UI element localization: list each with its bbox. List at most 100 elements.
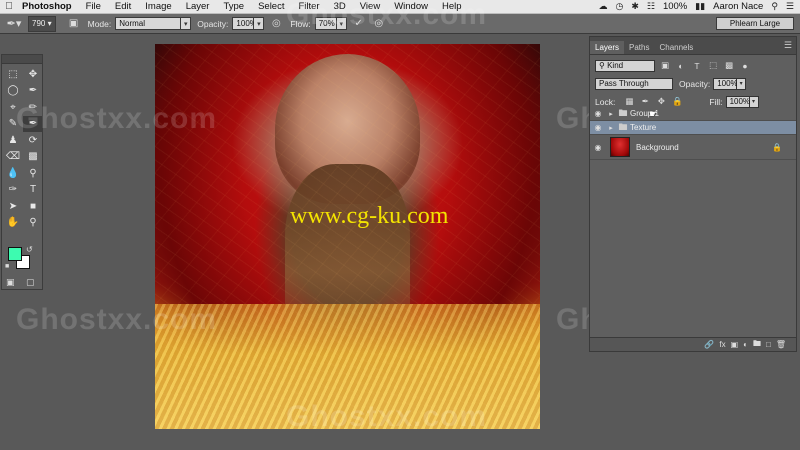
- blend-mode-row: Pass Through Opacity: 100% ▾: [590, 76, 796, 91]
- quick-selection-tool-icon[interactable]: ✒: [23, 83, 43, 100]
- workspace-select[interactable]: Phlearn Large: [716, 17, 794, 30]
- expand-arrow-icon[interactable]: ▸: [606, 124, 616, 132]
- layer-row-background[interactable]: ◉ Background 🔒: [590, 135, 796, 160]
- color-swatches: ■ ↺: [5, 245, 38, 275]
- layer-filter-row: ⚲ Kind ▣ ◐ T ⬚ ▩ ●: [590, 58, 796, 73]
- eraser-tool-icon[interactable]: ⌫: [3, 149, 23, 166]
- spotlight-search-icon[interactable]: ⚲: [771, 1, 778, 12]
- tools-panel: ⬚ ✥ ◯ ✒ ⌖ ✏ ✎ ✒ ♟ ⟳ ⌫ ▩ 💧 ⚲ ✑ T ➤ ■ ✋ ⚲ …: [1, 54, 43, 290]
- layers-panel: Layers Paths Channels ☰ ⚲ Kind ▣ ◐ T ⬚ ▩…: [589, 36, 797, 352]
- filter-toggle-icon[interactable]: ●: [739, 60, 751, 72]
- brush-panel-toggle-icon[interactable]: ▣: [66, 16, 82, 32]
- default-colors-icon[interactable]: ■: [5, 263, 9, 270]
- menu-layer[interactable]: Layer: [179, 1, 217, 12]
- menu-image[interactable]: Image: [138, 1, 178, 12]
- lock-all-icon[interactable]: 🔒: [671, 96, 683, 108]
- layers-panel-footer: 🔗 fx ▣ ◐ 🖿 □ 🗑: [590, 337, 796, 351]
- add-mask-icon[interactable]: ▣: [731, 340, 739, 349]
- photoshop-window:  Photoshop File Edit Image Layer Type S…: [0, 0, 800, 450]
- filter-smart-object-icon[interactable]: ▩: [723, 60, 735, 72]
- layers-list: ◉ ▸ 🖿 Group 1 ☛ ◉ ▸ 🖿 Texture ◉ Backgrou…: [590, 107, 796, 160]
- marquee-tool-icon[interactable]: ⬚: [3, 66, 23, 83]
- mouse-pointer-icon: ☛: [649, 109, 658, 120]
- tab-channels[interactable]: Channels: [654, 41, 698, 54]
- tab-paths[interactable]: Paths: [624, 41, 654, 54]
- tab-layers[interactable]: Layers: [590, 41, 625, 54]
- filter-adjustment-icon[interactable]: ◐: [675, 60, 687, 72]
- new-group-icon[interactable]: 🖿: [753, 338, 761, 352]
- new-layer-icon[interactable]: □: [766, 340, 771, 349]
- tool-grid: ⬚ ✥ ◯ ✒ ⌖ ✏ ✎ ✒ ♟ ⟳ ⌫ ▩ 💧 ⚲ ✑ T ➤ ■ ✋ ⚲: [2, 64, 43, 232]
- brush-size-value: 790: [32, 19, 46, 28]
- mode-select[interactable]: Normal: [115, 17, 182, 30]
- creative-cloud-icon[interactable]: ☁: [598, 1, 607, 12]
- lasso-tool-icon[interactable]: ◯: [3, 83, 23, 100]
- menu-type[interactable]: Type: [216, 1, 251, 12]
- menu-file[interactable]: File: [79, 1, 108, 12]
- lock-label: Lock:: [595, 96, 616, 107]
- quick-mask-icon[interactable]: ▣: [6, 277, 15, 288]
- watermark-ghost-4: Ghostxx.com: [286, 400, 488, 433]
- layer-lock-icon: 🔒: [772, 142, 782, 152]
- zoom-tool-icon[interactable]: ⚲: [23, 215, 43, 232]
- user-name[interactable]: Aaron Nace: [713, 1, 763, 12]
- adjustment-layer-icon[interactable]: ◐: [743, 340, 748, 349]
- layer-style-fx-icon[interactable]: fx: [719, 340, 725, 349]
- brush-tool-preset-icon[interactable]: ✒▾: [0, 15, 28, 33]
- layers-panel-tabs: Layers Paths Channels ☰: [590, 37, 796, 55]
- hand-tool-icon[interactable]: ✋: [3, 215, 23, 232]
- lock-position-icon[interactable]: ✥: [655, 96, 667, 108]
- expand-arrow-icon[interactable]: ▸: [606, 110, 616, 118]
- fill-label: Fill:: [709, 96, 723, 107]
- folder-icon: 🖿: [618, 121, 628, 132]
- filter-pixel-icon[interactable]: ▣: [659, 60, 671, 72]
- visibility-eye-icon[interactable]: ◉: [590, 109, 606, 118]
- layer-row-texture[interactable]: ◉ ▸ 🖿 Texture: [590, 121, 796, 135]
- opacity-label: Opacity:: [197, 18, 229, 29]
- panel-menu-icon[interactable]: ☰: [784, 40, 792, 51]
- bluetooth-icon[interactable]: ✱: [631, 1, 639, 12]
- menu-edit[interactable]: Edit: [108, 1, 138, 12]
- screen-mode-icon[interactable]: ▢: [26, 277, 35, 288]
- lock-pixels-icon[interactable]: ✒: [639, 96, 651, 108]
- mode-label: Mode:: [87, 18, 112, 29]
- apple-icon[interactable]: : [0, 1, 18, 12]
- watermark-url: www.cg-ku.com: [290, 203, 449, 229]
- opacity-input[interactable]: 100%: [232, 17, 257, 30]
- path-selection-tool-icon[interactable]: ➤: [3, 198, 23, 215]
- swap-colors-icon[interactable]: ↺: [26, 245, 33, 254]
- layer-opacity-arrow[interactable]: ▾: [737, 77, 747, 90]
- mode-dropdown-arrow[interactable]: ▾: [181, 17, 192, 30]
- filter-type-icon[interactable]: T: [691, 60, 703, 72]
- fill-arrow[interactable]: ▾: [749, 95, 759, 108]
- type-tool-icon[interactable]: T: [23, 182, 43, 199]
- pen-tool-icon[interactable]: ✑: [3, 182, 23, 199]
- move-tool-icon[interactable]: ✥: [23, 66, 43, 83]
- link-layers-icon[interactable]: 🔗: [704, 340, 714, 349]
- opacity-dropdown-arrow[interactable]: ▾: [254, 17, 265, 30]
- gradient-tool-icon[interactable]: ▩: [23, 149, 43, 166]
- layer-kind-filter[interactable]: ⚲ Kind: [595, 59, 655, 72]
- menu-app-photoshop[interactable]: Photoshop: [18, 1, 79, 12]
- blur-tool-icon[interactable]: 💧: [3, 165, 23, 182]
- blend-mode-select[interactable]: Pass Through: [595, 77, 673, 90]
- battery-icon[interactable]: ▮▮: [695, 1, 705, 12]
- pressure-opacity-icon[interactable]: ◎: [268, 16, 284, 32]
- filter-shape-icon[interactable]: ⬚: [707, 60, 719, 72]
- layer-opacity-input[interactable]: 100%: [713, 77, 738, 90]
- fill-input[interactable]: 100%: [725, 95, 750, 108]
- foreground-color-swatch[interactable]: [8, 247, 22, 261]
- delete-layer-icon[interactable]: 🗑: [776, 340, 786, 349]
- tools-panel-header[interactable]: [2, 55, 42, 64]
- dodge-tool-icon[interactable]: ⚲: [23, 165, 43, 182]
- brush-size-picker[interactable]: 790 ▾: [28, 15, 56, 32]
- rectangle-tool-icon[interactable]: ■: [23, 198, 43, 215]
- notification-center-icon[interactable]: ☰: [786, 1, 794, 12]
- layer-opacity-label: Opacity:: [679, 78, 711, 89]
- visibility-eye-icon[interactable]: ◉: [590, 123, 606, 132]
- wifi-icon[interactable]: ☷: [647, 1, 655, 12]
- watermark-ghost-3: Ghostxx.com: [286, 0, 488, 31]
- visibility-eye-icon[interactable]: ◉: [590, 143, 606, 152]
- watermark-ghost-1: Ghostxx.com: [16, 102, 218, 135]
- time-machine-icon[interactable]: ◷: [615, 1, 623, 12]
